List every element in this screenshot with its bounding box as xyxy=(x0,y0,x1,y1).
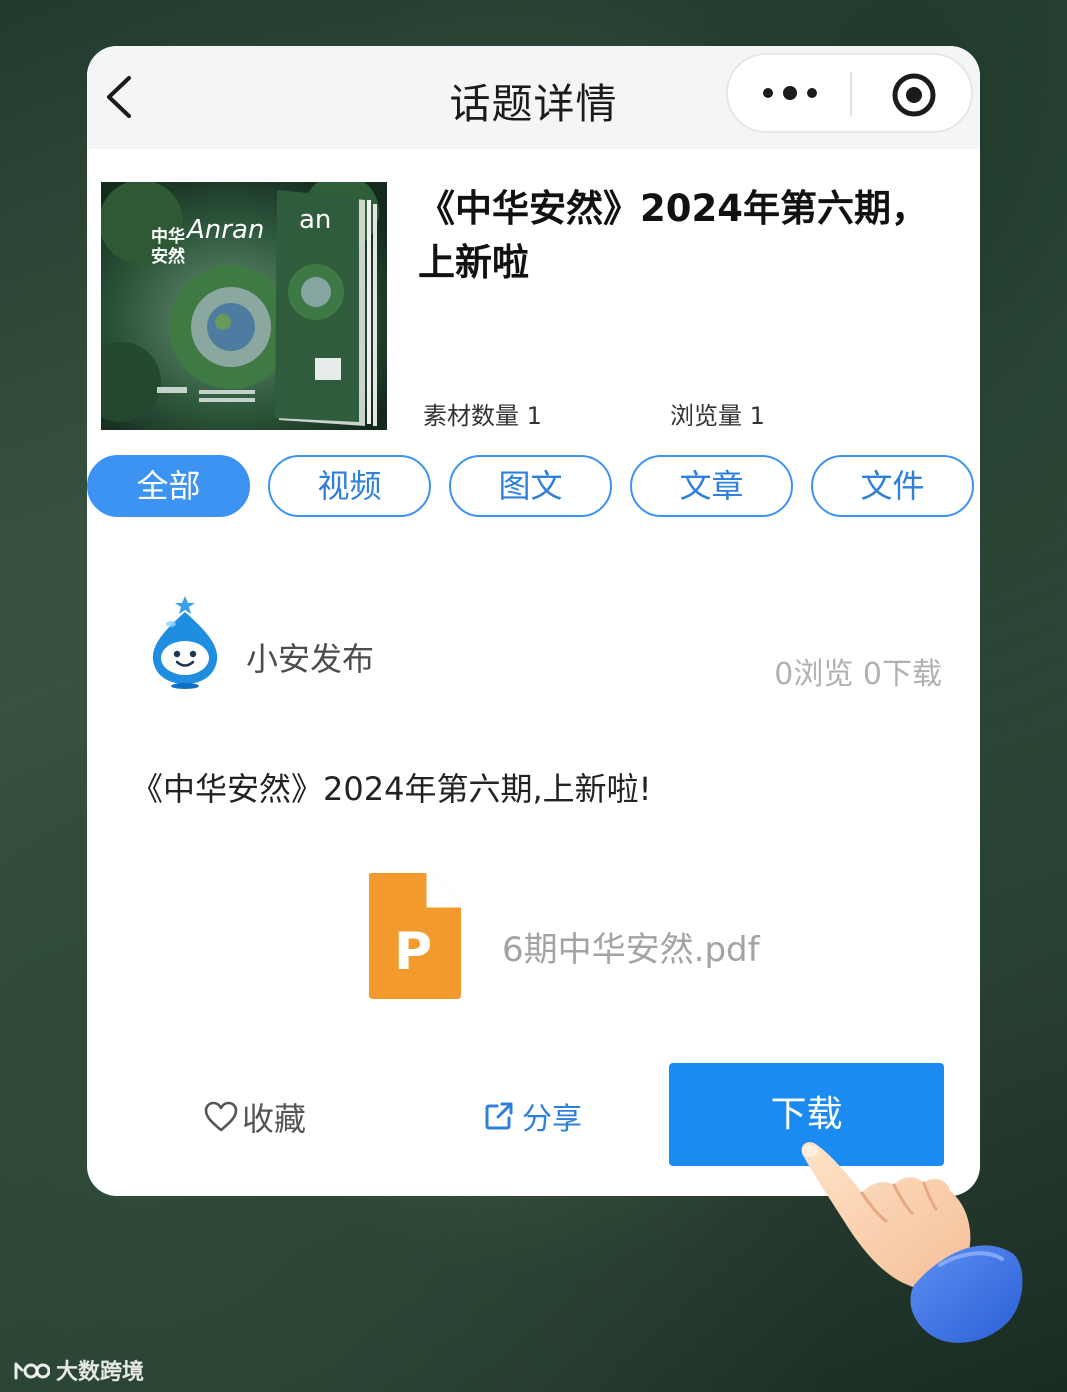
target-circle-icon xyxy=(892,73,936,117)
svg-text:安然: 安然 xyxy=(151,246,185,267)
tab-all[interactable]: 全部 xyxy=(87,455,250,517)
topic-detail-card: 话题详情 Anran an 中华 安然 《中华安然》2024年第六期，上新啦 素… xyxy=(87,46,980,1196)
favorite-label: 收藏 xyxy=(242,1100,307,1138)
material-count: 素材数量 1 xyxy=(423,402,542,430)
pdf-file-icon[interactable]: P xyxy=(367,871,463,1001)
view-count: 浏览量 1 xyxy=(670,402,765,430)
more-dots-icon xyxy=(763,86,817,100)
pointing-hand-illustration xyxy=(790,1135,1025,1350)
watermark-text: 大数跨境 xyxy=(56,1360,145,1385)
capsule-divider xyxy=(850,72,852,116)
post-counts: 0浏览 0下载 xyxy=(774,657,942,692)
navbar: 话题详情 xyxy=(87,46,980,149)
filter-tabs: 全部 视频 图文 文章 文件 xyxy=(87,455,980,519)
post-text: 《中华安然》2024年第六期,上新啦! xyxy=(131,770,652,808)
watermark-logo-icon xyxy=(14,1362,50,1380)
tab-file[interactable]: 文件 xyxy=(811,455,974,517)
magazine-cover-image: Anran an 中华 安然 xyxy=(87,174,387,430)
publisher-avatar xyxy=(145,594,225,690)
share-label: 分享 xyxy=(522,1102,582,1137)
heart-icon xyxy=(204,1101,238,1132)
svg-text:中华: 中华 xyxy=(151,226,185,247)
share-external-icon xyxy=(485,1102,513,1130)
mini-program-capsule xyxy=(726,53,973,133)
tab-article[interactable]: 文章 xyxy=(630,455,793,517)
topic-title: 《中华安然》2024年第六期，上新啦 xyxy=(418,187,928,284)
tab-video[interactable]: 视频 xyxy=(268,455,431,517)
publisher-name: 小安发布 xyxy=(246,640,375,678)
favorite-button[interactable]: 收藏 xyxy=(204,1094,306,1140)
file-name[interactable]: 6期中华安然.pdf xyxy=(502,922,760,971)
mascot-avatar-icon xyxy=(152,596,218,689)
close-button[interactable] xyxy=(891,72,937,118)
more-button[interactable] xyxy=(762,78,818,108)
svg-text:P: P xyxy=(394,922,432,982)
watermark: 大数跨境 xyxy=(12,1354,144,1386)
svg-text:an: an xyxy=(299,205,331,235)
share-button[interactable]: 分享 xyxy=(484,1094,582,1138)
svg-text:Anran: Anran xyxy=(185,215,264,245)
tab-image-text[interactable]: 图文 xyxy=(449,455,612,517)
